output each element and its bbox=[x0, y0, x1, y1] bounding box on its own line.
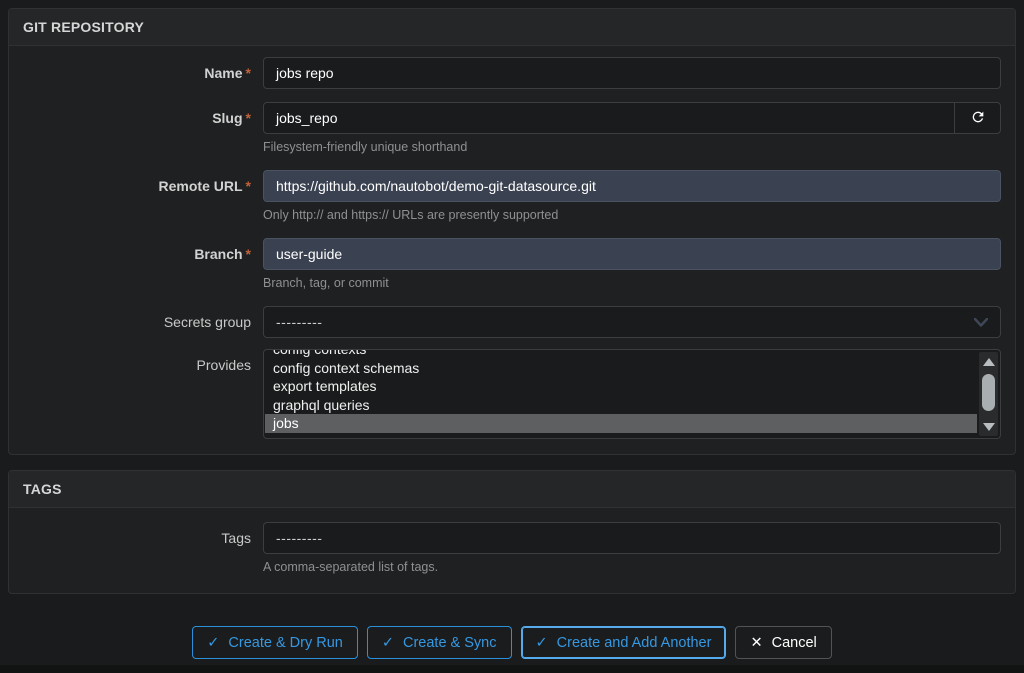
check-icon: ✓ bbox=[382, 635, 394, 651]
provides-scrollbar[interactable] bbox=[979, 352, 998, 436]
create-dry-run-button[interactable]: ✓ Create & Dry Run bbox=[192, 626, 358, 659]
cancel-button[interactable]: ✕ Cancel bbox=[735, 626, 831, 659]
tags-panel: TAGS Tags --------- A comma-separated li… bbox=[8, 470, 1016, 594]
git-repository-form-page: GIT REPOSITORY Name* jobs repo Slug* bbox=[0, 0, 1024, 667]
provides-option-selected[interactable]: jobs bbox=[265, 414, 977, 433]
slug-field[interactable]: jobs_repo bbox=[263, 102, 955, 134]
name-field[interactable]: jobs repo bbox=[263, 57, 1001, 89]
git-repository-panel: GIT REPOSITORY Name* jobs repo Slug* bbox=[8, 8, 1016, 455]
provides-option[interactable]: config context schemas bbox=[265, 359, 977, 378]
branch-help-text: Branch, tag, or commit bbox=[263, 276, 1001, 291]
secrets-group-select[interactable]: --------- bbox=[263, 306, 1001, 338]
required-asterisk: * bbox=[246, 246, 251, 262]
required-asterisk: * bbox=[246, 110, 251, 126]
provides-row: Provides config contexts config context … bbox=[23, 349, 1001, 439]
required-asterisk: * bbox=[246, 178, 251, 194]
scrollbar-thumb[interactable] bbox=[982, 374, 995, 411]
tags-field[interactable]: --------- bbox=[263, 522, 1001, 554]
provides-options: config contexts config context schemas e… bbox=[265, 349, 977, 433]
check-icon: ✓ bbox=[207, 635, 219, 651]
scroll-up-button[interactable] bbox=[979, 352, 998, 371]
provides-option[interactable]: graphql queries bbox=[265, 396, 977, 415]
create-add-another-button[interactable]: ✓ Create and Add Another bbox=[521, 626, 727, 659]
provides-label: Provides bbox=[23, 349, 263, 381]
create-sync-button[interactable]: ✓ Create & Sync bbox=[367, 626, 512, 659]
provides-listbox[interactable]: config contexts config context schemas e… bbox=[263, 349, 1001, 439]
tags-panel-body: Tags --------- A comma-separated list of… bbox=[9, 508, 1015, 593]
secrets-group-selected-value: --------- bbox=[276, 314, 322, 330]
remote-url-row: Remote URL* https://github.com/nautobot/… bbox=[23, 170, 1001, 223]
provides-option[interactable]: config contexts bbox=[265, 349, 977, 359]
provides-option[interactable]: export templates bbox=[265, 377, 977, 396]
secrets-group-row: Secrets group --------- bbox=[23, 306, 1001, 338]
git-repository-panel-body: Name* jobs repo Slug* jobs_repo bbox=[9, 46, 1015, 454]
required-asterisk: * bbox=[246, 65, 251, 81]
slug-label: Slug* bbox=[23, 102, 263, 134]
slug-input-group: jobs_repo bbox=[263, 102, 1001, 134]
tags-row: Tags --------- A comma-separated list of… bbox=[23, 522, 1001, 575]
close-icon: ✕ bbox=[750, 635, 762, 651]
triangle-down-icon bbox=[983, 423, 995, 431]
branch-field[interactable]: user-guide bbox=[263, 238, 1001, 270]
secrets-group-label: Secrets group bbox=[23, 306, 263, 338]
form-action-buttons: ✓ Create & Dry Run ✓ Create & Sync ✓ Cre… bbox=[8, 626, 1016, 659]
name-label: Name* bbox=[23, 57, 263, 89]
page-footer-strip bbox=[0, 665, 1024, 673]
name-row: Name* jobs repo bbox=[23, 57, 1001, 89]
remote-url-help-text: Only http:// and https:// URLs are prese… bbox=[263, 208, 1001, 223]
check-icon: ✓ bbox=[536, 635, 548, 651]
tags-label: Tags bbox=[23, 522, 263, 554]
tags-help-text: A comma-separated list of tags. bbox=[263, 560, 1001, 575]
tags-value: --------- bbox=[276, 530, 322, 546]
slug-regenerate-button[interactable] bbox=[954, 102, 1001, 134]
chevron-down-icon bbox=[974, 314, 988, 330]
slug-row: Slug* jobs_repo bbox=[23, 102, 1001, 155]
refresh-icon bbox=[970, 109, 986, 128]
slug-help-text: Filesystem-friendly unique shorthand bbox=[263, 140, 1001, 155]
tags-panel-title: TAGS bbox=[9, 471, 1015, 508]
branch-label: Branch* bbox=[23, 238, 263, 270]
triangle-up-icon bbox=[983, 358, 995, 366]
git-repository-panel-title: GIT REPOSITORY bbox=[9, 9, 1015, 46]
remote-url-field[interactable]: https://github.com/nautobot/demo-git-dat… bbox=[263, 170, 1001, 202]
branch-row: Branch* user-guide Branch, tag, or commi… bbox=[23, 238, 1001, 291]
remote-url-label: Remote URL* bbox=[23, 170, 263, 202]
scroll-down-button[interactable] bbox=[979, 417, 998, 436]
